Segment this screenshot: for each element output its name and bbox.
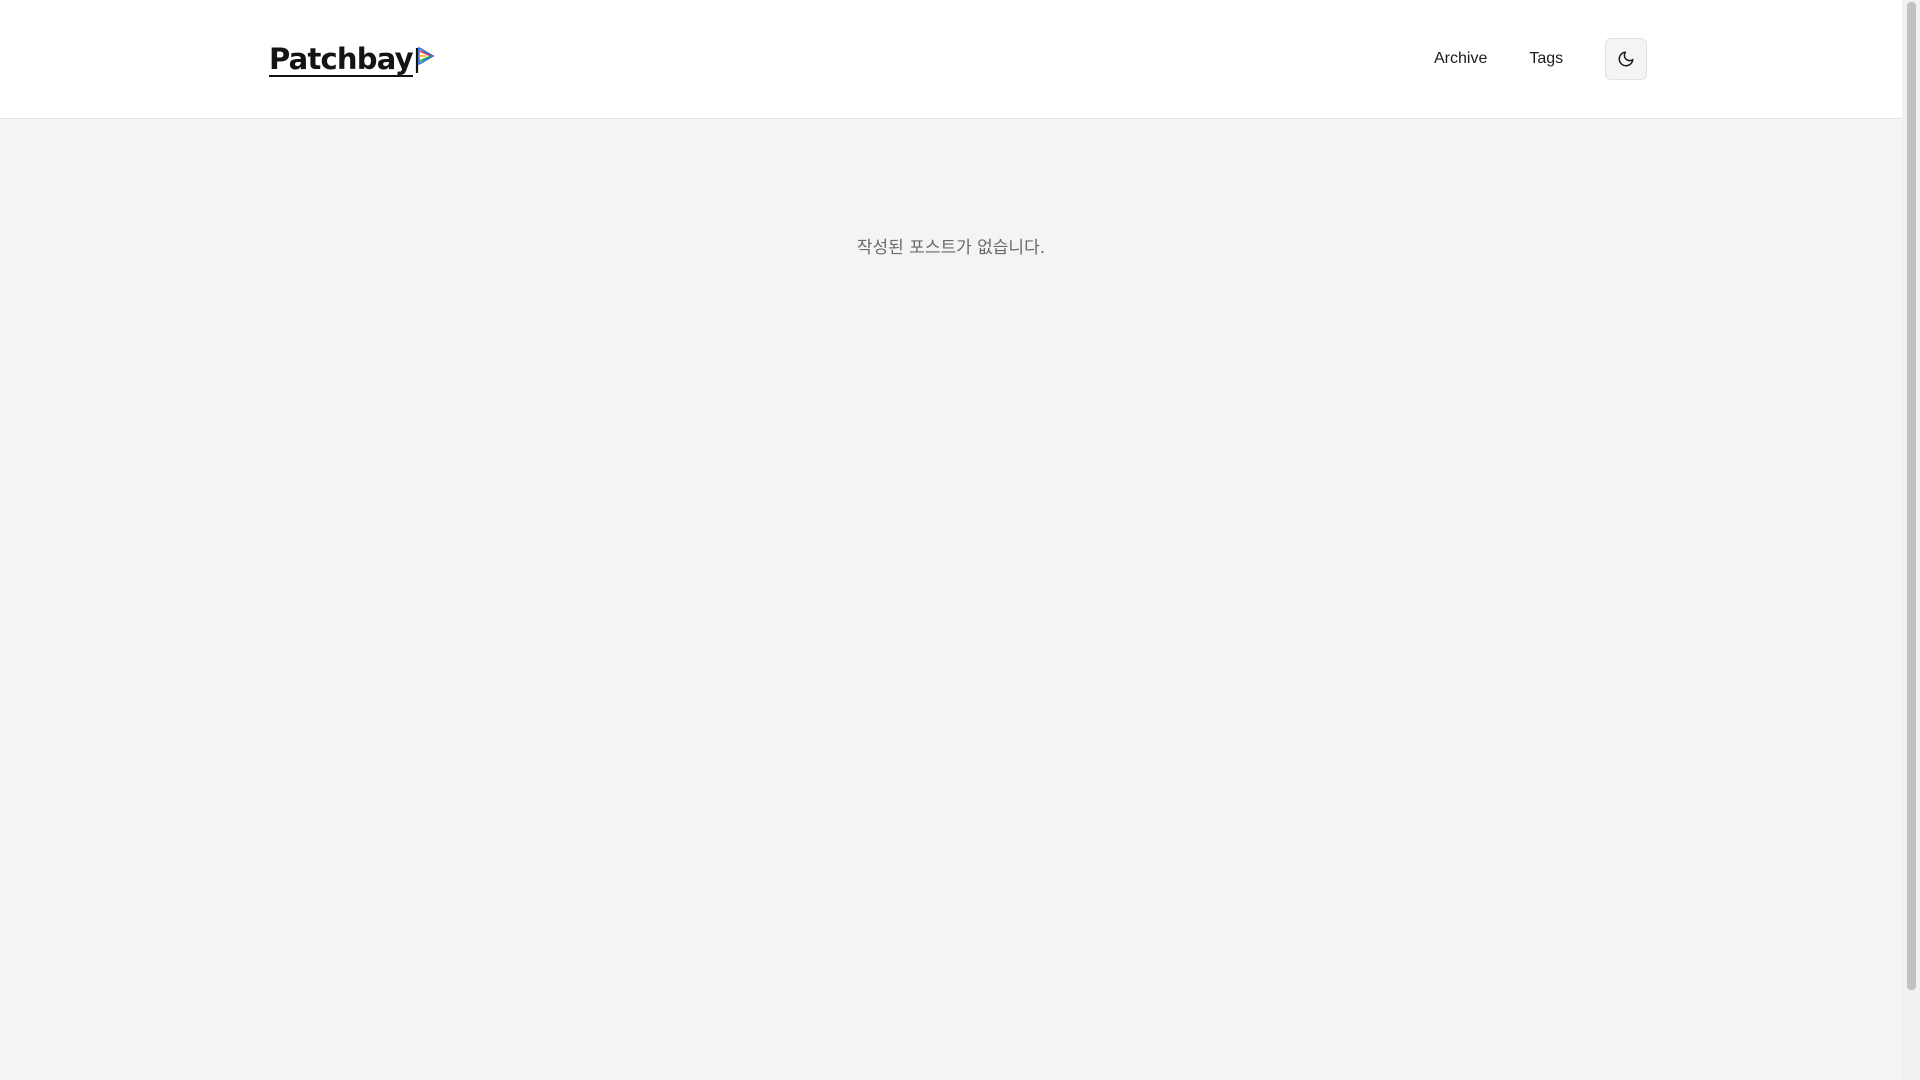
vertical-scrollbar[interactable] bbox=[1902, 0, 1920, 1080]
main-nav: Archive Tags bbox=[1413, 37, 1584, 81]
page: Patchbay Archive Tags 작성된 포스트가 없습니다. bbox=[0, 0, 1920, 1080]
site-header: Patchbay Archive Tags bbox=[0, 0, 1902, 119]
scrollbar-thumb[interactable] bbox=[1907, 2, 1916, 990]
play-logo-icon bbox=[415, 46, 435, 73]
nav-tags-link[interactable]: Tags bbox=[1508, 38, 1584, 80]
empty-posts-message: 작성된 포스트가 없습니다. bbox=[856, 238, 1046, 258]
moon-icon bbox=[1618, 51, 1634, 67]
nav-archive-link[interactable]: Archive bbox=[1413, 38, 1508, 80]
logo-text: Patchbay bbox=[269, 42, 413, 77]
theme-toggle-button[interactable] bbox=[1605, 38, 1647, 80]
site-logo[interactable]: Patchbay bbox=[269, 43, 435, 77]
